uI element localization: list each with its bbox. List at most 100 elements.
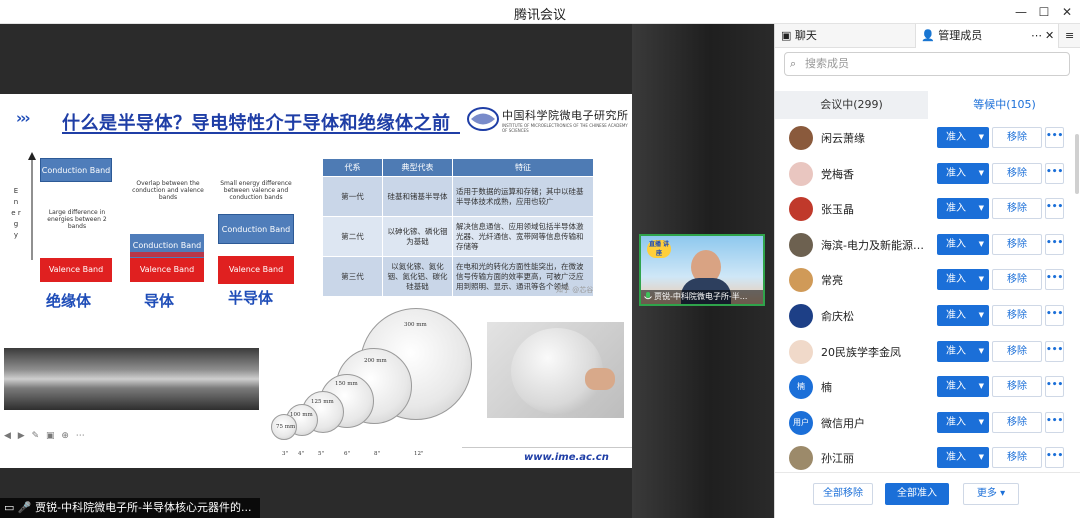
more-options-icon[interactable]: •••: [1045, 269, 1064, 291]
avatar: [789, 339, 813, 364]
more-options-icon[interactable]: •••: [1045, 127, 1064, 148]
wafer-label: 100 mm: [290, 412, 313, 418]
remove-button[interactable]: 移除: [992, 447, 1042, 469]
admit-button[interactable]: 准入 ▼: [937, 447, 989, 469]
remove-button[interactable]: 移除: [992, 340, 1042, 362]
semiconductor-conduction-band: Conduction Band: [218, 214, 294, 244]
tab-more-icon[interactable]: ⋯: [1031, 24, 1042, 48]
remove-button[interactable]: 移除: [992, 198, 1042, 220]
table-cell: 硅基和锗基半导体: [382, 176, 453, 217]
chevron-down-icon[interactable]: ▼: [979, 447, 984, 468]
admit-button[interactable]: 准入 ▼: [937, 411, 989, 433]
more-button[interactable]: 更多 ▾: [963, 483, 1019, 505]
admit-button[interactable]: 准入 ▼: [937, 162, 989, 184]
admit-button[interactable]: 准入 ▼: [937, 269, 989, 291]
tab-close-icon[interactable]: ✕: [1045, 24, 1054, 48]
remove-button[interactable]: 移除: [992, 233, 1042, 255]
admit-button[interactable]: 准入 ▼: [937, 376, 989, 398]
menu-icon[interactable]: ≡: [1065, 24, 1074, 48]
semiconductor-valence-band: Valence Band: [218, 256, 294, 284]
remove-button[interactable]: 移除: [992, 376, 1042, 398]
generation-table: 代系 典型代表 特征 第一代 硅基和锗基半导体 适用于数据的运算和存储；其中以硅…: [322, 158, 594, 297]
small-gap-note: Small energy difference between valence …: [220, 180, 292, 201]
active-speaker-label: ▭ 🎤 贾锐-中科院微电子所-半导体核心元器件的...: [0, 498, 260, 518]
silicon-ingot-image: [4, 348, 259, 410]
remove-button[interactable]: 移除: [992, 127, 1042, 148]
chevron-down-icon[interactable]: ▼: [979, 163, 984, 184]
chevron-down-icon[interactable]: ▼: [979, 269, 984, 290]
member-name: 闲云萧缘: [821, 132, 865, 145]
member-search-input[interactable]: ⌕ 搜索成员: [784, 52, 1070, 76]
remove-all-button[interactable]: 全部移除: [813, 483, 873, 505]
wafer-in-hand-image: [487, 322, 624, 418]
remove-button[interactable]: 移除: [992, 162, 1042, 184]
chevron-down-icon[interactable]: ▼: [979, 234, 984, 255]
heading-underline: [62, 132, 460, 134]
band-overlap: [130, 252, 204, 257]
remove-button[interactable]: 移除: [992, 411, 1042, 433]
speaker-video-tile[interactable]: 直播 讲座 贾锐-中科院微电子所-半...: [639, 234, 765, 306]
watermark: 知乎 @芯谷: [556, 286, 594, 294]
chevron-down-icon[interactable]: ▼: [979, 376, 984, 397]
member-name: 20民族学李金凤: [821, 345, 901, 359]
avatar: [789, 268, 813, 293]
more-options-icon[interactable]: •••: [1045, 305, 1064, 326]
admit-button[interactable]: 准入 ▼: [937, 233, 989, 255]
wafer-label: 75 mm: [276, 424, 296, 430]
admit-button[interactable]: 准入 ▼: [937, 340, 989, 362]
more-options-icon[interactable]: •••: [1045, 411, 1064, 433]
tab-waiting[interactable]: 等候中(105): [928, 91, 1080, 119]
table-header: 特征: [452, 158, 594, 177]
remove-button[interactable]: 移除: [992, 269, 1042, 291]
slide-controls[interactable]: ◀ ▶ ✎ ▣ ⊕ ⋯: [4, 431, 87, 441]
list-item: 常亮 准入 ▼ 移除 •••: [775, 262, 1080, 298]
remove-button[interactable]: 移除: [992, 305, 1042, 326]
avatar: [789, 126, 813, 150]
speaker-banner: 直播 讲座: [647, 240, 671, 258]
admit-all-button[interactable]: 全部准入: [885, 483, 949, 505]
minimize-icon[interactable]: —: [1010, 2, 1032, 22]
admit-button[interactable]: 准入 ▼: [937, 127, 989, 148]
insulator-valence-band: Valence Band: [40, 258, 112, 282]
more-options-icon[interactable]: •••: [1045, 233, 1064, 255]
close-icon[interactable]: ✕: [1056, 2, 1078, 22]
member-name: 常亮: [821, 274, 843, 288]
chat-icon: ▣: [781, 29, 795, 42]
video-stage: ››› 什么是半导体？导电特性介于导体和绝缘体之前 中国科学院微电子研究所 IN…: [0, 24, 774, 518]
list-item: 张玉晶 准入 ▼ 移除 •••: [775, 191, 1080, 227]
chevron-down-icon[interactable]: ▼: [979, 127, 984, 148]
chevron-down-icon[interactable]: ▼: [979, 305, 984, 326]
member-name: 微信用户: [821, 416, 865, 430]
chevron-down-icon[interactable]: ▼: [979, 198, 984, 219]
avatar: [789, 197, 813, 222]
member-name: 孙江丽: [821, 452, 854, 466]
chevron-down-icon[interactable]: ▼: [979, 341, 984, 362]
admit-button[interactable]: 准入 ▼: [937, 198, 989, 220]
tab-in-meeting[interactable]: 会议中(299): [775, 91, 928, 119]
tab-members[interactable]: 👤 管理成员: [921, 24, 982, 48]
list-item: 俞庆松 准入 ▼ 移除 •••: [775, 298, 1080, 334]
admit-button[interactable]: 准入 ▼: [937, 305, 989, 326]
shared-slide: ››› 什么是半导体？导电特性介于导体和绝缘体之前 中国科学院微电子研究所 IN…: [0, 94, 632, 468]
scrollbar[interactable]: [1075, 134, 1079, 194]
member-status-switch: 会议中(299) 等候中(105): [775, 91, 1080, 119]
more-options-icon[interactable]: •••: [1045, 447, 1064, 469]
table-header: 代系: [322, 158, 383, 177]
more-options-icon[interactable]: •••: [1045, 376, 1064, 398]
large-gap-note: Large difference in energies between 2 b…: [47, 209, 107, 230]
chevron-down-icon[interactable]: ▼: [979, 412, 984, 433]
avatar: 楠: [789, 375, 813, 400]
more-options-icon[interactable]: •••: [1045, 162, 1064, 184]
url-divider: [462, 447, 632, 448]
wafer-label: 300 mm: [404, 322, 427, 328]
list-item: 闲云萧缘 准入 ▼ 移除 •••: [775, 120, 1080, 156]
tab-chat[interactable]: ▣ 聊天: [781, 24, 817, 48]
more-options-icon[interactable]: •••: [1045, 198, 1064, 220]
avatar: [789, 446, 813, 471]
more-options-icon[interactable]: •••: [1045, 340, 1064, 362]
maximize-icon[interactable]: ☐: [1033, 2, 1055, 22]
logo-text: 中国科学院微电子研究所: [502, 109, 629, 122]
members-panel: ▣ 聊天 👤 管理成员 ⋯ ✕ ≡ ⌕ 搜索成员 会议中(299) 等候中(10…: [774, 24, 1080, 518]
title-bar: 腾讯会议 — ☐ ✕: [0, 0, 1080, 24]
slide-url: www.ime.ac.cn: [524, 452, 609, 463]
